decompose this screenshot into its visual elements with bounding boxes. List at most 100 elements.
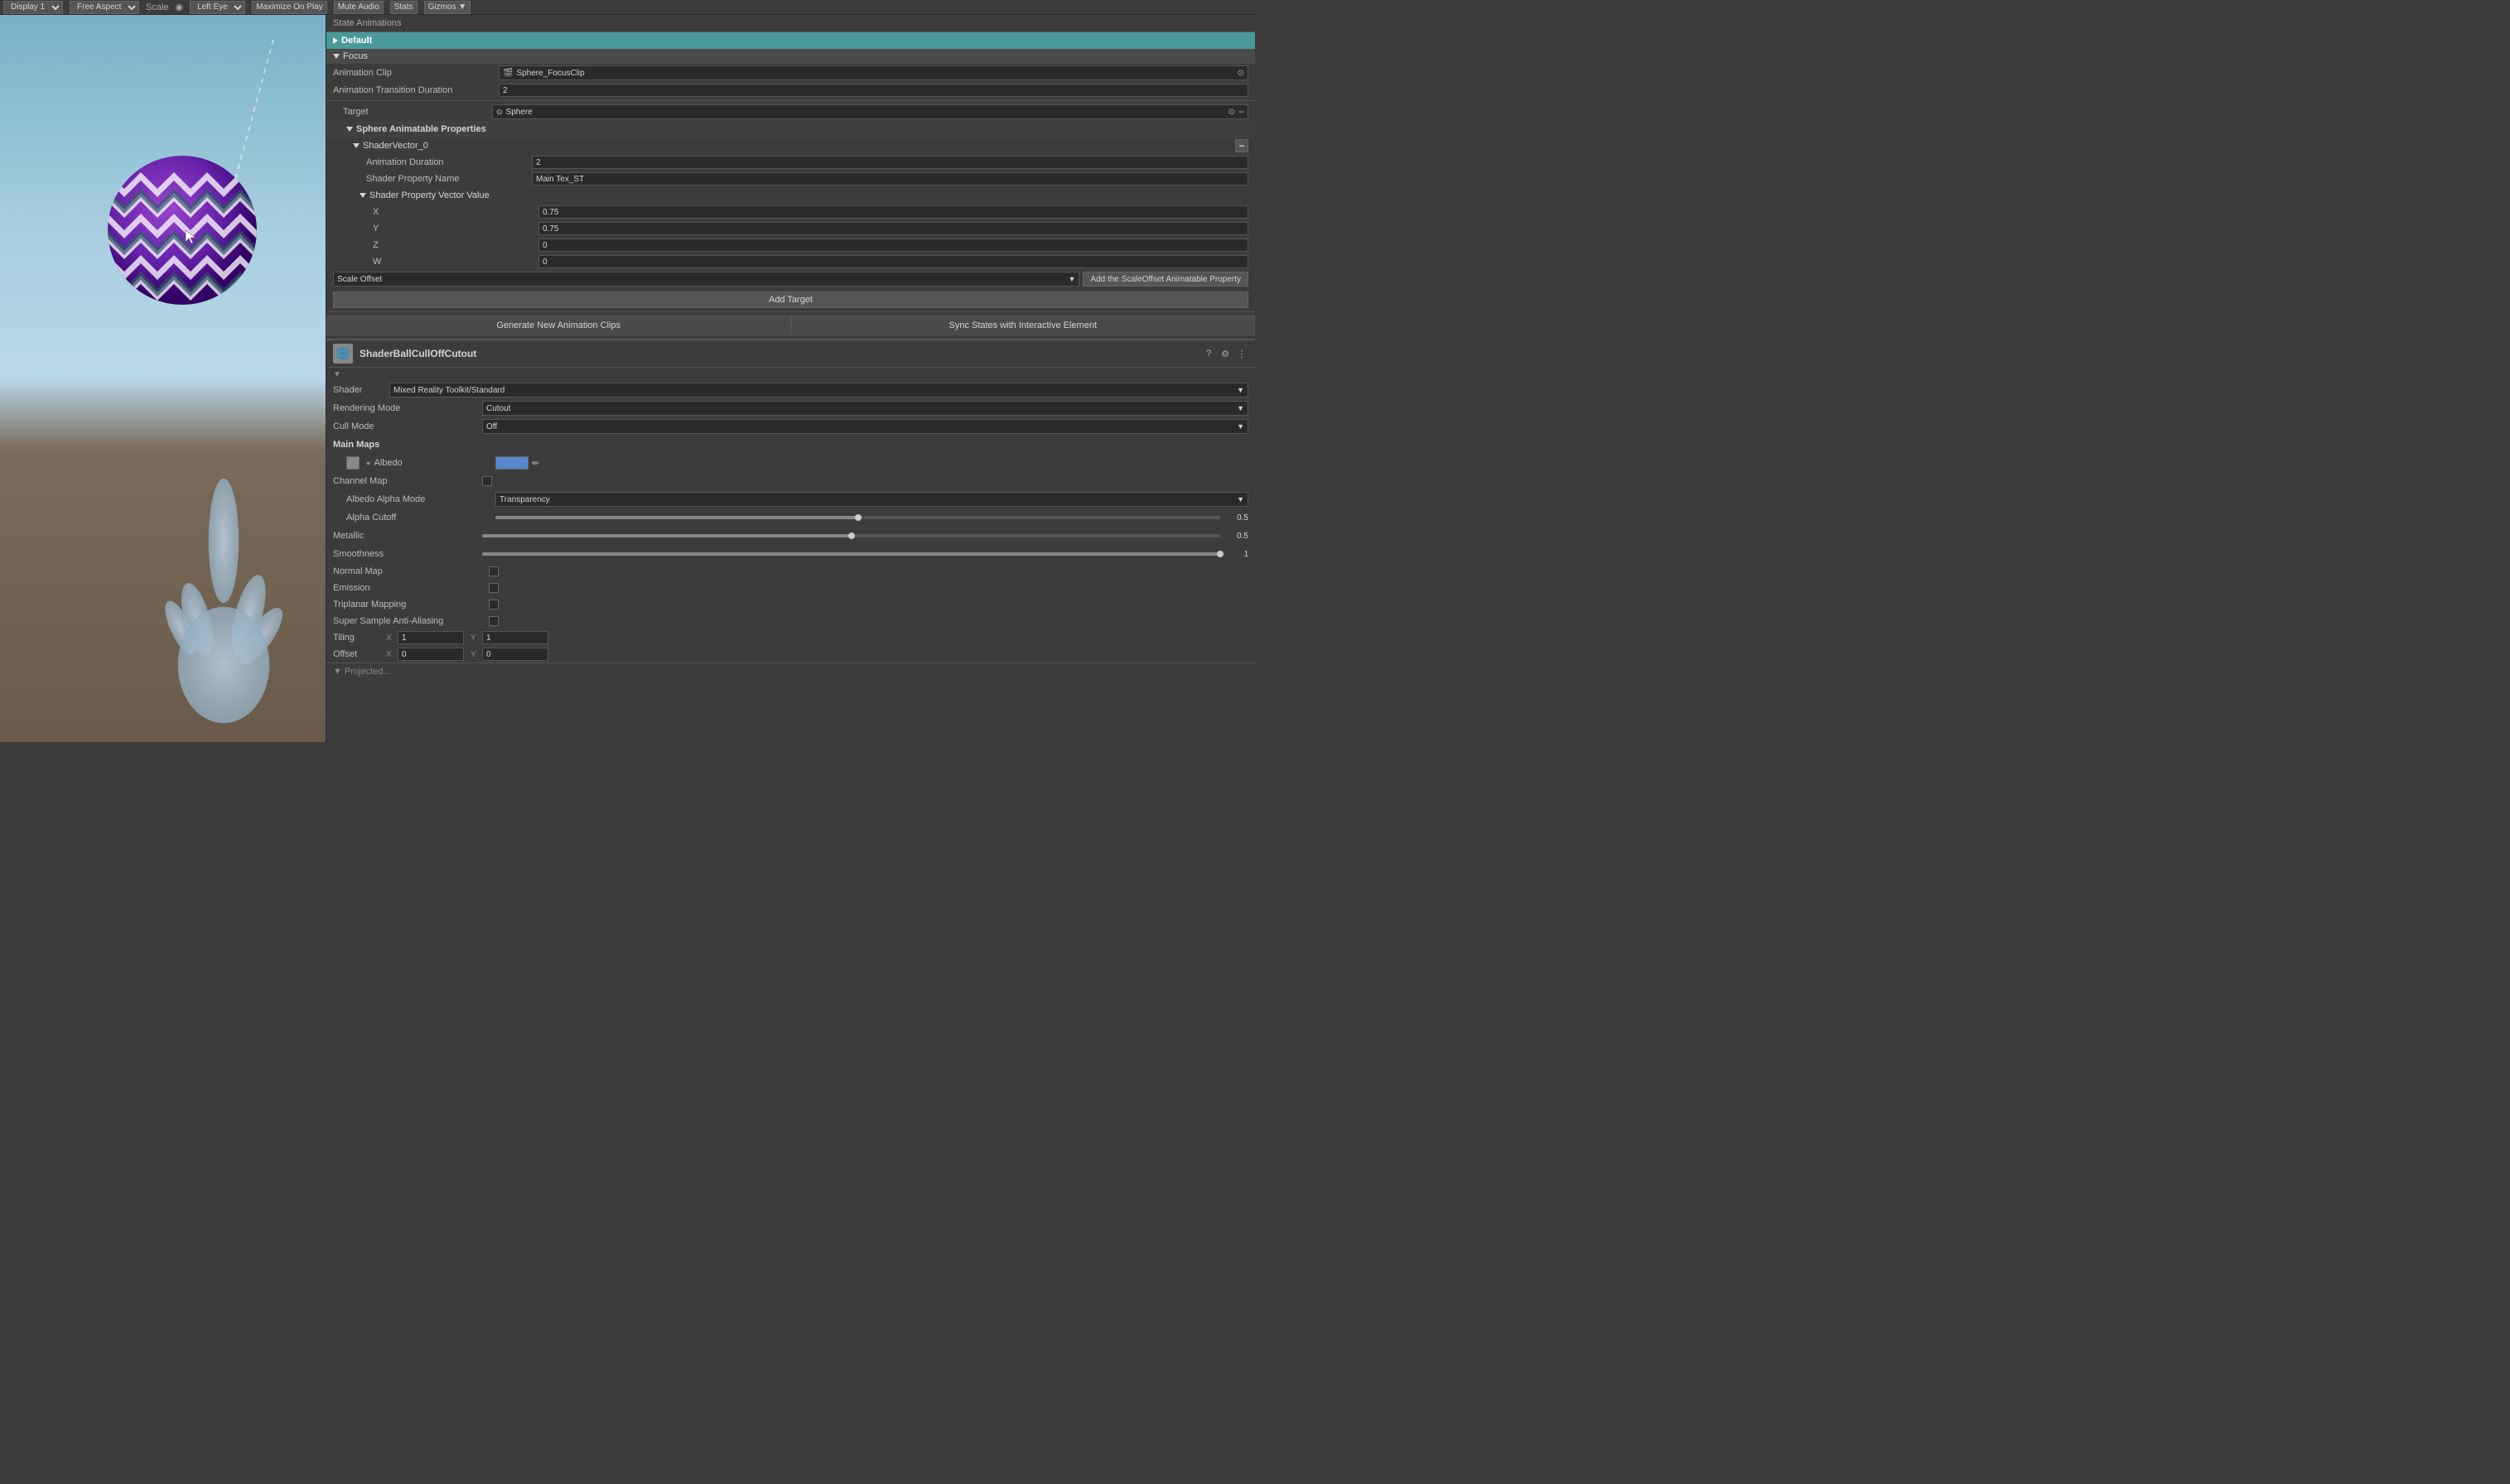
display-select[interactable]: Display 1 — [3, 1, 63, 14]
generate-animation-btn[interactable]: Generate New Animation Clips — [326, 316, 791, 335]
target-circle-btn[interactable]: ⊙ — [1228, 108, 1235, 117]
more-icon[interactable]: ⋮ — [1235, 347, 1248, 360]
animation-clip-circle-icon[interactable]: ⊙ — [1238, 69, 1244, 78]
offset-x-input[interactable] — [398, 648, 464, 661]
triplanar-row: Triplanar Mapping — [326, 596, 1255, 613]
albedo-texture-icon — [346, 456, 360, 470]
pencil-icon[interactable]: ✏ — [532, 458, 539, 469]
vector-x-input[interactable]: 0.75 — [538, 205, 1248, 219]
aspect-select[interactable]: Free Aspect — [70, 1, 139, 14]
help-icon[interactable]: ? — [1202, 347, 1215, 360]
shader-vector-expand-icon — [353, 143, 360, 148]
alpha-cutoff-thumb[interactable] — [855, 514, 862, 521]
inspector-panel: ShaderBallCullOffCutout ? ⚙ ⋮ ▼ Shader M… — [326, 340, 1255, 680]
shader-prop-name-input[interactable]: Main Tex_ST — [532, 172, 1248, 186]
inspector-action-icons: ? ⚙ ⋮ — [1202, 347, 1248, 360]
target-select-icon: ⊙ — [496, 108, 503, 117]
vector-y-row: Y 0.75 — [326, 220, 1255, 237]
shader-prop-vector-header[interactable]: Shader Property Vector Value — [326, 187, 1255, 204]
stats-btn[interactable]: Stats — [390, 1, 418, 14]
rendering-mode-value: Cutout — [486, 404, 1237, 413]
tiling-x-label: X — [386, 634, 396, 643]
tiling-y-input[interactable] — [482, 631, 548, 644]
viewport — [0, 15, 326, 742]
vector-z-input[interactable]: 0 — [538, 238, 1248, 252]
shader-prop-name-row: Shader Property Name Main Tex_ST — [326, 171, 1255, 187]
shader-vector-label: ShaderVector_0 — [363, 141, 428, 151]
shader-prop-vector-icon — [360, 193, 366, 198]
inspector-sphere-icon — [333, 344, 353, 364]
inspector-header: ShaderBallCullOffCutout ? ⚙ ⋮ — [326, 340, 1255, 368]
eye-select[interactable]: Left Eye — [190, 1, 245, 14]
rendering-mode-label: Rendering Mode — [333, 403, 482, 413]
scale-offset-arrow: ▼ — [1068, 275, 1075, 283]
rendering-mode-dropdown[interactable]: Cutout ▼ — [482, 401, 1248, 416]
alpha-cutoff-value: 0.5 — [1224, 513, 1248, 523]
offset-y-input[interactable] — [482, 648, 548, 661]
channel-map-label: Channel Map — [333, 476, 482, 486]
albedo-alpha-dropdown[interactable]: Transparency ▼ — [495, 492, 1248, 507]
metallic-track — [482, 534, 1220, 537]
albedo-row: ● Albedo ✏ — [326, 454, 1255, 472]
target-value-text: Sphere — [503, 108, 1228, 117]
maximize-btn[interactable]: Maximize On Play — [252, 1, 327, 14]
target-row: Target ⊙ Sphere ⊙ − — [326, 103, 1255, 121]
metallic-fill — [482, 534, 852, 537]
projected-label: ▼ Projected... — [333, 667, 391, 677]
emission-label: Emission — [333, 583, 482, 593]
shader-dropdown[interactable]: Mixed Reality Toolkit/Standard ▼ — [389, 383, 1248, 398]
gizmos-btn[interactable]: Gizmos ▼ — [424, 1, 471, 14]
albedo-alpha-arrow: ▼ — [1237, 495, 1244, 504]
shader-vector-minus-btn[interactable]: − — [1235, 139, 1248, 152]
tiling-x-input[interactable] — [398, 631, 464, 644]
sync-states-btn[interactable]: Sync States with Interactive Element — [791, 316, 1256, 335]
shader-label: Shader — [333, 385, 383, 395]
scale-offset-dropdown[interactable]: Scale Offset ▼ — [333, 272, 1079, 287]
alpha-cutoff-row: Alpha Cutoff 0.5 — [326, 508, 1255, 527]
animation-transition-input[interactable]: 2 — [499, 84, 1248, 97]
target-select[interactable]: ⊙ Sphere ⊙ − — [492, 104, 1248, 119]
add-scale-offset-btn[interactable]: Add the ScaleOffset Animatable Property — [1083, 272, 1248, 287]
offset-y-field: Y — [471, 648, 548, 661]
shader-value-text: Mixed Reality Toolkit/Standard — [393, 386, 1237, 395]
channel-map-checkbox[interactable] — [482, 476, 492, 486]
albedo-color-swatch[interactable] — [495, 456, 529, 470]
normal-map-checkbox[interactable] — [489, 566, 499, 576]
add-target-btn[interactable]: Add Target — [333, 292, 1248, 308]
inspector-title: ShaderBallCullOffCutout — [360, 348, 1195, 359]
settings-icon[interactable]: ⚙ — [1219, 347, 1232, 360]
inspector-arrow-row: ▼ — [326, 368, 1255, 381]
anim-duration-input[interactable]: 2 — [532, 156, 1248, 169]
emission-checkbox[interactable] — [489, 583, 499, 593]
scale-icon: ◉ — [176, 2, 184, 12]
inspector-arrow-icon: ▼ — [333, 370, 341, 379]
smoothness-slider-container: 1 — [482, 550, 1248, 559]
vector-y-label: Y — [373, 224, 538, 234]
albedo-label: Albedo — [374, 458, 402, 468]
triplanar-checkbox[interactable] — [489, 600, 499, 610]
vector-z-row: Z 0 — [326, 237, 1255, 253]
smoothness-label: Smoothness — [333, 549, 482, 559]
animatable-header[interactable]: Sphere Animatable Properties — [326, 121, 1255, 137]
alpha-cutoff-fill — [495, 516, 858, 519]
metallic-thumb[interactable] — [848, 532, 855, 539]
focus-label: Focus — [343, 51, 368, 61]
smoothness-thumb[interactable] — [1217, 551, 1224, 557]
vector-w-input[interactable]: 0 — [538, 255, 1248, 268]
alpha-cutoff-slider-container: 0.5 — [495, 513, 1248, 523]
smoothness-fill — [482, 552, 1220, 556]
target-minus-btn[interactable]: − — [1238, 106, 1244, 118]
super-sample-checkbox[interactable] — [489, 616, 499, 626]
mute-btn[interactable]: Mute Audio — [334, 1, 384, 14]
default-section[interactable]: Default — [326, 32, 1255, 49]
tiling-y-field: Y — [471, 631, 548, 644]
cull-mode-dropdown[interactable]: Off ▼ — [482, 419, 1248, 434]
focus-header[interactable]: Focus — [326, 49, 1255, 64]
sphere-object — [99, 147, 265, 316]
tiling-y-label: Y — [471, 634, 480, 643]
alpha-cutoff-label: Alpha Cutoff — [346, 513, 495, 523]
vector-w-label: W — [373, 257, 538, 267]
offset-x-label: X — [386, 650, 396, 659]
vector-y-input[interactable]: 0.75 — [538, 222, 1248, 235]
cull-mode-arrow: ▼ — [1237, 422, 1244, 431]
